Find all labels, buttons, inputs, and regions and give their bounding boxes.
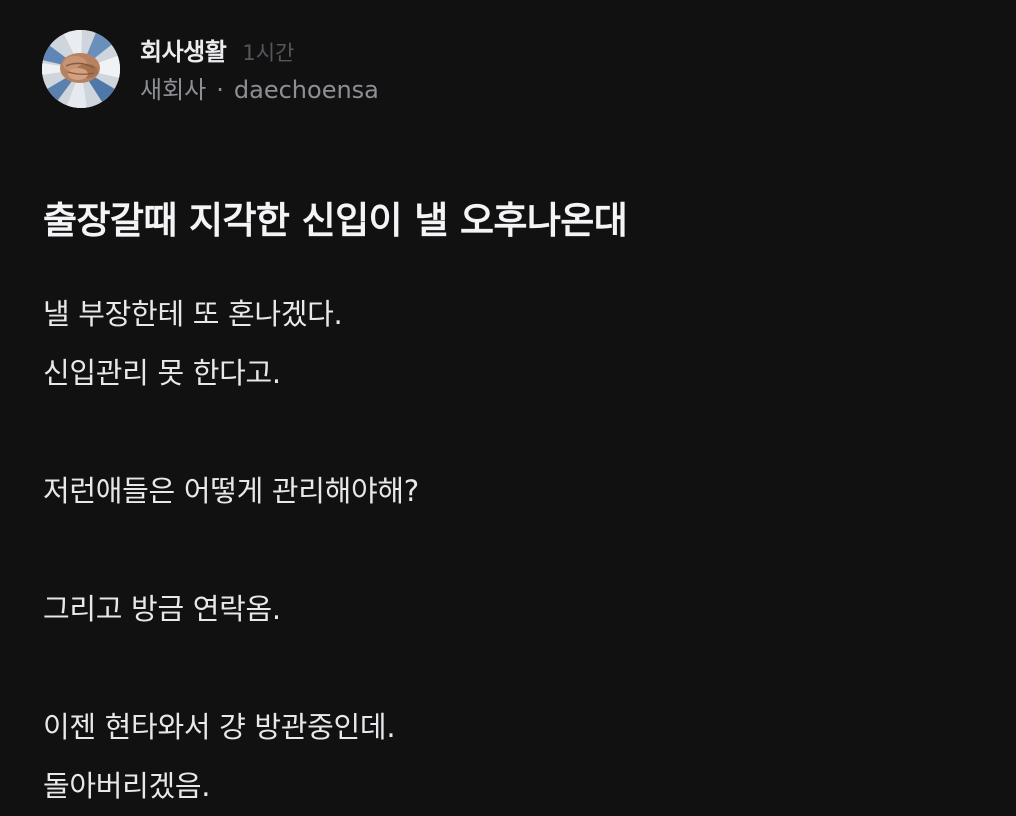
body-line-blank (43, 521, 973, 580)
post-container: 회사생활 1시간 새회사 · daechoensa 출장갈때 지각한 신입이 낼… (0, 0, 1016, 803)
body-line: 돌아버리겠음. (43, 769, 211, 803)
post-meta: 회사생활 1시간 새회사 · daechoensa (140, 32, 379, 106)
meta-top-row: 회사생활 1시간 (140, 32, 379, 68)
body-line: 신입관리 못 한다고. (43, 356, 281, 390)
body-line: 낼 부장한테 또 혼나겠다. (43, 297, 343, 331)
community-avatar[interactable] (42, 30, 120, 108)
post-header: 회사생활 1시간 새회사 · daechoensa (42, 30, 379, 108)
body-line: 저런애들은 어떻게 관리해야해? (43, 474, 419, 508)
author-company: 새회사 (140, 76, 207, 104)
meta-separator: · (216, 76, 224, 104)
author-name[interactable]: daechoensa (234, 76, 379, 104)
body-line: 이젠 현타와서 걍 방관중인데. (43, 710, 396, 744)
body-line-blank (43, 639, 973, 698)
community-name[interactable]: 회사생활 (140, 32, 227, 67)
post-time: 1시간 (242, 41, 295, 65)
post-body: 낼 부장한테 또 혼나겠다. 신입관리 못 한다고. 저런애들은 어떻게 관리해… (43, 285, 973, 816)
stacked-hands-icon (42, 30, 120, 108)
body-line-blank (43, 403, 973, 462)
meta-author-row: 새회사 · daechoensa (140, 70, 379, 106)
post-title: 출장갈때 지각한 신입이 낼 오후나온대 (43, 199, 628, 242)
body-line: 그리고 방금 연락옴. (43, 592, 281, 626)
